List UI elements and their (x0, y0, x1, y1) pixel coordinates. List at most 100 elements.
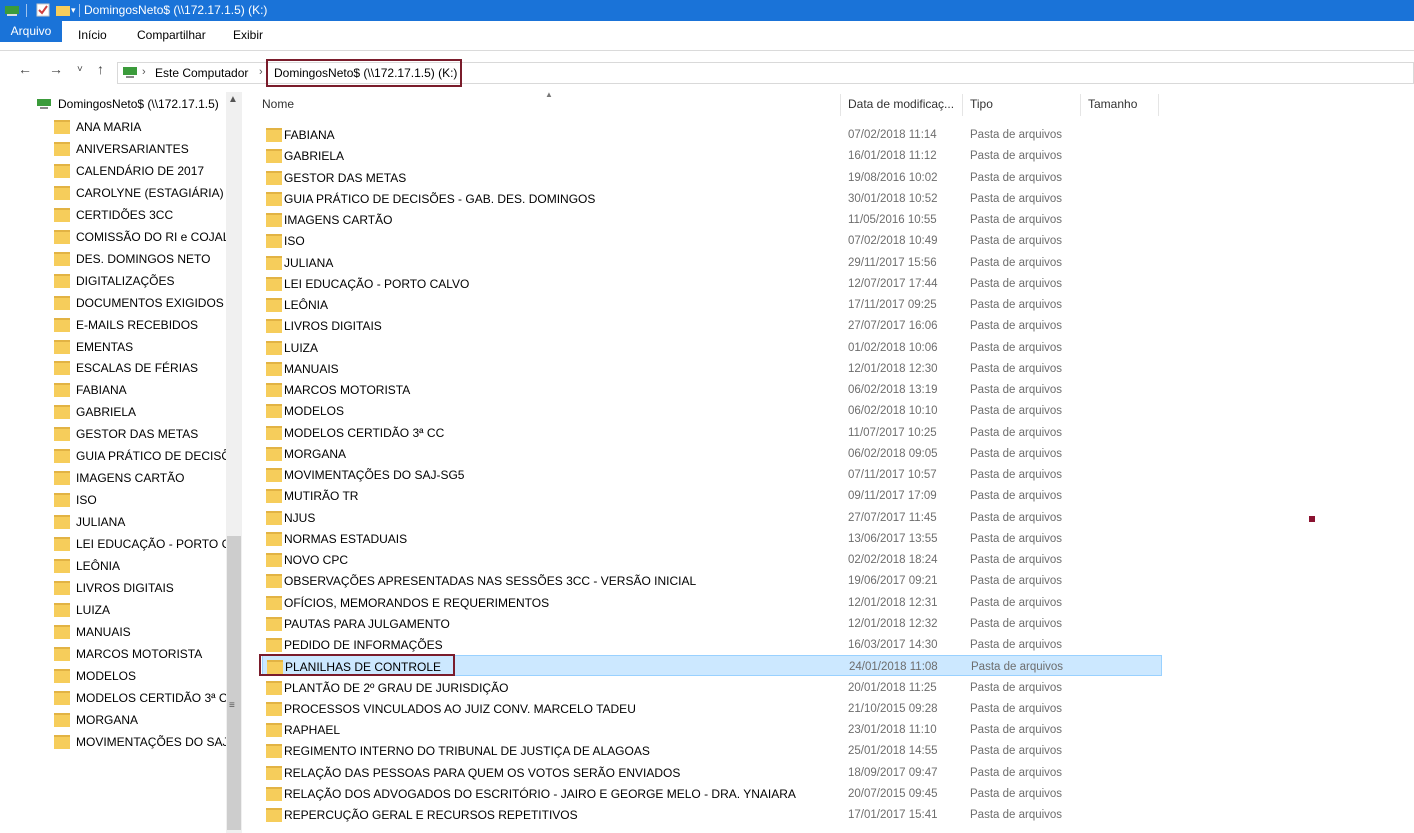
nav-item-label: LUIZA (76, 602, 111, 617)
nav-item[interactable]: LIVROS DIGITAIS (54, 577, 226, 599)
new-folder-icon[interactable] (56, 2, 70, 18)
nav-item[interactable]: CAROLYNE (ESTAGIÁRIA) (54, 182, 226, 204)
nav-item[interactable]: MANUAIS (54, 621, 226, 643)
nav-item[interactable]: LEI EDUCAÇÃO - PORTO CAL (54, 533, 226, 555)
table-row[interactable]: MANUAIS 12/01/2018 12:30 Pasta de arquivos (262, 358, 1162, 379)
table-row[interactable]: GUIA PRÁTICO DE DECISÕES - GAB. DES. DOM… (262, 188, 1162, 209)
folder-icon (266, 276, 282, 291)
table-row[interactable]: MARCOS MOTORISTA 06/02/2018 13:19 Pasta de… (262, 379, 1162, 400)
table-row[interactable]: RELAÇÃO DOS ADVOGADOS DO ESCRITÓRIO - JA… (262, 783, 1162, 804)
table-row[interactable]: NOVO CPC 02/02/2018 18:24 Pasta de arquivo… (262, 549, 1162, 570)
table-row[interactable]: OFÍCIOS, MEMORANDOS E REQUERIMENTOS 12/01… (262, 592, 1162, 613)
table-row[interactable]: REGIMENTO INTERNO DO TRIBUNAL DE JUSTIÇA… (262, 740, 1162, 761)
table-row[interactable]: REPERCUÇÃO GERAL E RECURSOS REPETITIVOS 1… (262, 804, 1162, 825)
forward-arrow-icon[interactable]: → (49, 61, 63, 77)
table-row[interactable]: PLANTÃO DE 2º GRAU DE JURISDIÇÃO 20/01/20… (262, 677, 1162, 698)
nav-item[interactable]: MARCOS MOTORISTA (54, 643, 226, 665)
nav-root-drive[interactable]: DomingosNeto$ (\\172.17.1.5) (36, 94, 242, 114)
column-size[interactable]: Tamanho (1088, 97, 1137, 111)
up-arrow-icon[interactable]: ↑ (97, 61, 104, 77)
table-row[interactable]: LEÔNIA 17/11/2017 09:25 Pasta de arquivos (262, 294, 1162, 315)
nav-item[interactable]: GABRIELA (54, 401, 226, 423)
tab-arquivo[interactable]: Arquivo (0, 21, 62, 42)
table-row[interactable]: MODELOS 06/02/2018 10:10 Pasta de arquivos (262, 400, 1162, 421)
table-row[interactable]: LEI EDUCAÇÃO - PORTO CALVO 12/07/2017 17:… (262, 273, 1162, 294)
table-row[interactable]: GABRIELA 16/01/2018 11:12 Pasta de arquivo… (262, 145, 1162, 166)
column-divider[interactable] (1080, 94, 1081, 116)
table-row[interactable]: PEDIDO DE INFORMAÇÕES 16/03/2017 14:30 Pas… (262, 634, 1162, 655)
nav-item[interactable]: LEÔNIA (54, 555, 226, 577)
column-type[interactable]: Tipo (970, 97, 993, 111)
scroll-up-icon[interactable]: ▲ (228, 94, 238, 105)
breadcrumb-este-computador[interactable]: Este Computador (155, 66, 248, 80)
table-row[interactable]: RAPHAEL 23/01/2018 11:10 Pasta de arquivos (262, 719, 1162, 740)
table-row[interactable]: PROCESSOS VINCULADOS AO JUIZ CONV. MARCE… (262, 698, 1162, 719)
nav-item[interactable]: DES. DOMINGOS NETO (54, 248, 226, 270)
file-date: 07/11/2017 10:57 (848, 469, 937, 481)
table-row[interactable]: NORMAS ESTADUAIS 13/06/2017 13:55 Pasta de… (262, 528, 1162, 549)
nav-item[interactable]: COMISSÃO DO RI e COJAL (54, 226, 226, 248)
nav-item[interactable]: MORGANA (54, 709, 226, 731)
table-row[interactable]: MUTIRÃO TR 09/11/2017 17:09 Pasta de arqui… (262, 485, 1162, 506)
nav-item[interactable]: CERTIDÕES 3CC (54, 204, 226, 226)
breadcrumb-current-drive[interactable]: DomingosNeto$ (\\172.17.1.5) (K:) (274, 66, 457, 80)
table-row[interactable]: OBSERVAÇÕES APRESENTADAS NAS SESSÕES 3CC… (262, 570, 1162, 591)
table-row[interactable]: MORGANA 06/02/2018 09:05 Pasta de arquivos (262, 443, 1162, 464)
tab-exibir[interactable]: Exibir (233, 27, 263, 43)
folder-icon (266, 298, 282, 312)
nav-item[interactable]: ISO (54, 489, 226, 511)
nav-item[interactable]: DOCUMENTOS EXIGIDOS PAF (54, 292, 226, 314)
breadcrumb-chevron-icon[interactable]: › (142, 66, 146, 78)
table-row[interactable]: IMAGENS CARTÃO 11/05/2016 10:55 Pasta de a… (262, 209, 1162, 230)
nav-item[interactable]: IMAGENS CARTÃO (54, 467, 226, 489)
file-type: Pasta de arquivos (970, 745, 1063, 758)
column-divider[interactable] (840, 94, 841, 116)
breadcrumb-chevron-icon[interactable]: › (259, 66, 263, 78)
table-row[interactable]: MOVIMENTAÇÕES DO SAJ-SG5 07/11/2017 10:57… (262, 464, 1162, 485)
tab-compartilhar[interactable]: Compartilhar (137, 27, 206, 43)
nav-item[interactable]: FABIANA (54, 379, 226, 401)
column-name[interactable]: Nome (262, 97, 294, 111)
column-date[interactable]: Data de modificaç... (848, 97, 954, 111)
back-arrow-icon[interactable]: ← (18, 61, 32, 77)
nav-item[interactable]: JULIANA (54, 511, 226, 533)
nav-scrollbar-thumb[interactable] (227, 536, 241, 830)
nav-item[interactable]: MOVIMENTAÇÕES DO SAJ-S (54, 731, 226, 753)
tab-inicio[interactable]: Início (78, 27, 107, 43)
nav-item[interactable]: ESCALAS DE FÉRIAS (54, 357, 226, 379)
table-row[interactable]: ISO 07/02/2018 10:49 Pasta de arquivos (262, 230, 1162, 251)
table-row[interactable]: FABIANA 07/02/2018 11:14 Pasta de arquivos (262, 124, 1162, 145)
file-name: PAUTAS PARA JULGAMENTO (284, 616, 450, 631)
table-row[interactable]: NJUS 27/07/2017 11:45 Pasta de arquivos (262, 507, 1162, 528)
nav-item[interactable]: EMENTAS (54, 336, 226, 358)
table-row[interactable]: RELAÇÃO DAS PESSOAS PARA QUEM OS VOTOS S… (262, 762, 1162, 783)
table-row[interactable]: LIVROS DIGITAIS 27/07/2017 16:06 Pasta de … (262, 315, 1162, 336)
table-row[interactable]: PAUTAS PARA JULGAMENTO 12/01/2018 12:32 Pa… (262, 613, 1162, 634)
nav-item[interactable]: CALENDÁRIO DE 2017 (54, 160, 226, 182)
nav-item[interactable]: LUIZA (54, 599, 226, 621)
nav-item[interactable]: GESTOR DAS METAS (54, 423, 226, 445)
table-row[interactable]: GESTOR DAS METAS 19/08/2016 10:02 Pasta de… (262, 167, 1162, 188)
nav-item[interactable]: ANIVERSARIANTES (54, 138, 226, 160)
nav-item-label: ANIVERSARIANTES (76, 141, 189, 156)
nav-item[interactable]: GUIA PRÁTICO DE DECISÕES (54, 445, 226, 467)
nav-item[interactable]: MODELOS (54, 665, 226, 687)
folder-icon (54, 120, 70, 134)
address-bar[interactable]: › Este Computador › DomingosNeto$ (\\172… (117, 59, 1414, 87)
nav-item[interactable]: DIGITALIZAÇÕES (54, 270, 226, 292)
customize-toolbar-icon[interactable]: ▾ (71, 2, 76, 18)
table-row[interactable]: LUIZA 01/02/2018 10:06 Pasta de arquivos (262, 337, 1162, 358)
properties-icon[interactable] (36, 2, 50, 18)
nav-item[interactable]: E-MAILS RECEBIDOS (54, 314, 226, 336)
nav-item[interactable]: ANA MARIA (54, 116, 226, 138)
nav-item-label: GABRIELA (76, 405, 137, 420)
table-row[interactable]: JULIANA 29/11/2017 15:56 Pasta de arquivos (262, 252, 1162, 273)
table-row[interactable]: MODELOS CERTIDÃO 3ª CC 11/07/2017 10:25 Pa… (262, 422, 1162, 443)
recent-locations-icon[interactable]: ˅ (77, 64, 83, 75)
column-divider[interactable] (1158, 94, 1159, 116)
file-type: Pasta de arquivos (970, 639, 1063, 651)
nav-item[interactable]: MODELOS CERTIDÃO 3ª CC (54, 687, 226, 709)
file-type: Pasta de arquivos (970, 617, 1063, 630)
column-divider[interactable] (962, 94, 963, 116)
nav-item-label: MOVIMENTAÇÕES DO SAJ-S (76, 734, 226, 749)
